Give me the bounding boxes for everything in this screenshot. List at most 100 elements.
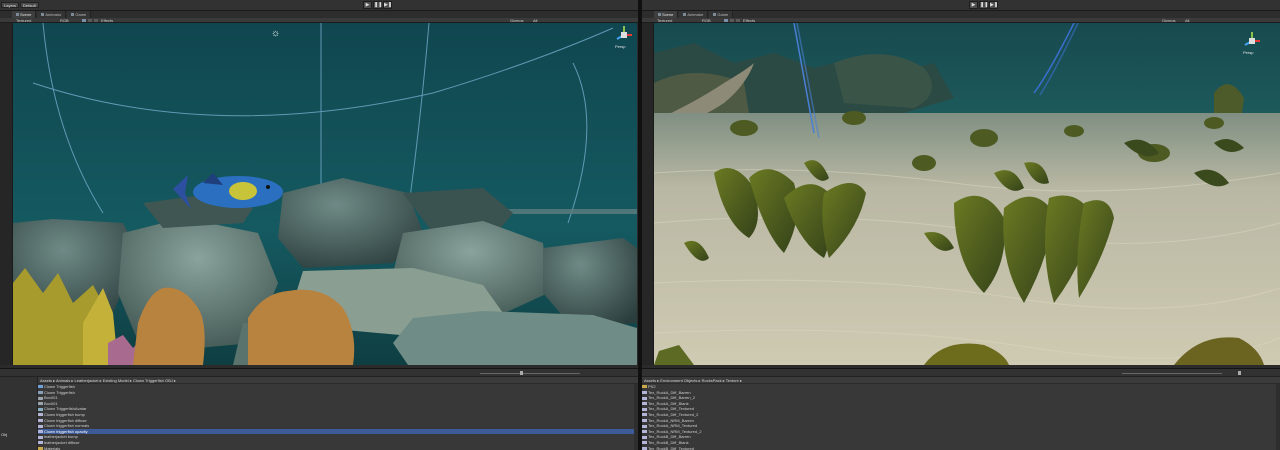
top-toolbar: ▶ ❚❚ ▶❚ bbox=[642, 0, 1280, 11]
game-icon bbox=[71, 13, 75, 17]
asset-scrollbar[interactable] bbox=[1276, 384, 1280, 450]
avatar-icon bbox=[38, 407, 43, 411]
tab-game[interactable]: Game bbox=[67, 11, 92, 18]
side-strip bbox=[642, 23, 654, 365]
asset-label: Box001 bbox=[44, 395, 58, 401]
right-editor-window: ▶ ❚❚ ▶❚ Scene Animator Game Textured RGB… bbox=[642, 0, 1280, 450]
asset-item[interactable]: Tex_RockB_Diff_Textured bbox=[642, 446, 1280, 450]
asset-label: Clown triggerfish diffuse bbox=[44, 417, 87, 423]
texture-icon bbox=[38, 413, 43, 417]
asset-label: Tex_RockA_Diff_Textured_2 bbox=[648, 411, 699, 417]
texture-icon bbox=[38, 430, 43, 434]
step-button[interactable]: ▶❚ bbox=[989, 1, 998, 9]
underwater-scene-right bbox=[654, 23, 1280, 365]
asset-label: Clown triggerfish bump bbox=[44, 411, 85, 417]
prefab-icon bbox=[38, 385, 43, 389]
light-icon: ☼ bbox=[271, 28, 280, 39]
texture-icon bbox=[642, 424, 647, 428]
scene-viewport[interactable]: ☼ Persp bbox=[13, 23, 637, 365]
project-panel: Assets ▸ Environment Objects ▸ RocksPack… bbox=[642, 368, 1280, 450]
audio-toggle[interactable] bbox=[736, 19, 740, 22]
lighting-toggle[interactable] bbox=[730, 19, 734, 22]
asset-label: Clown Triggerfish bbox=[44, 389, 75, 395]
2d-toggle[interactable] bbox=[724, 19, 728, 22]
asset-label: Tex_RockA_Diff_Blank bbox=[648, 400, 689, 406]
asset-list: Clown Triggerfish Clown Triggerfish Box001… bbox=[38, 384, 634, 450]
breadcrumb[interactable]: Assets ▸ Animals ▸ Leatherjacket ▸ Exist… bbox=[38, 377, 638, 384]
texture-icon bbox=[38, 441, 43, 445]
asset-label: Clown Triggerfish bbox=[44, 384, 75, 389]
texture-icon bbox=[642, 419, 647, 422]
object-icon bbox=[38, 396, 43, 400]
asset-label: leatherjacket diffuse bbox=[44, 439, 80, 445]
game-icon bbox=[713, 13, 717, 17]
orientation-gizmo[interactable]: Persp bbox=[614, 25, 634, 49]
asset-label: Box001 bbox=[44, 400, 58, 406]
projection-label[interactable]: Persp bbox=[615, 44, 625, 49]
pause-button[interactable]: ❚❚ bbox=[373, 1, 382, 9]
tab-scene[interactable]: Scene bbox=[654, 11, 679, 18]
step-button[interactable]: ▶❚ bbox=[383, 1, 392, 9]
underwater-scene-left: ☼ bbox=[13, 23, 637, 365]
tab-game[interactable]: Game bbox=[709, 11, 734, 18]
asset-label: Tex_RockA_NRM_Textured bbox=[648, 423, 698, 429]
texture-icon bbox=[642, 441, 647, 445]
folder-tree-label: Obj bbox=[1, 432, 8, 437]
project-toolbar bbox=[642, 369, 1280, 377]
audio-toggle[interactable] bbox=[94, 19, 98, 22]
mesh-icon bbox=[38, 391, 43, 395]
breadcrumb[interactable]: Assets ▸ Environment Objects ▸ RocksPack… bbox=[642, 377, 1280, 384]
lighting-toggle[interactable] bbox=[88, 19, 92, 22]
asset-label: Clown triggerfish opacity bbox=[44, 428, 88, 434]
icon-size-slider[interactable] bbox=[480, 373, 580, 374]
tab-scene[interactable]: Scene bbox=[12, 11, 37, 18]
texture-icon bbox=[38, 435, 43, 439]
asset-item[interactable]: Materials bbox=[38, 446, 634, 450]
asset-label: Tex_RockB_Diff_Textured bbox=[648, 445, 694, 450]
asset-label: Clown TriggerfishAvatar bbox=[44, 406, 87, 412]
folder-tree: Obj bbox=[0, 377, 38, 450]
object-icon bbox=[38, 402, 43, 406]
asset-label: Tex_RockA_NRM_Textured_2 bbox=[648, 428, 702, 434]
2d-toggle[interactable] bbox=[82, 19, 86, 22]
asset-label: Tex_RockA_NRM_Barren bbox=[648, 417, 694, 423]
layout-dropdown[interactable]: Default bbox=[20, 2, 39, 8]
tab-animator[interactable]: Animator bbox=[37, 11, 67, 18]
texture-icon bbox=[642, 391, 647, 395]
texture-icon bbox=[38, 424, 43, 428]
asset-label: Tex_RockA_Diff_Textured bbox=[648, 406, 694, 412]
icon-size-knob[interactable] bbox=[1238, 371, 1241, 375]
texture-icon bbox=[642, 402, 647, 406]
icon-size-knob[interactable] bbox=[520, 371, 523, 375]
window-tabs: Scene Animator Game bbox=[0, 11, 638, 18]
window-tabs: Scene Animator Game bbox=[642, 11, 1280, 18]
project-toolbar bbox=[0, 369, 638, 377]
texture-icon bbox=[642, 396, 647, 400]
top-toolbar: Layers Default ▶ ❚❚ ▶❚ bbox=[0, 0, 638, 11]
folder-icon bbox=[642, 385, 647, 389]
texture-icon bbox=[642, 413, 647, 417]
texture-icon bbox=[642, 407, 647, 411]
play-button[interactable]: ▶ bbox=[363, 1, 372, 9]
texture-icon bbox=[642, 435, 647, 439]
scene-icon bbox=[658, 13, 661, 17]
icon-size-slider[interactable] bbox=[1122, 373, 1222, 374]
asset-label: Tex_RockB_Diff_Barren bbox=[648, 434, 691, 440]
scene-icon bbox=[16, 13, 19, 17]
animator-icon bbox=[41, 13, 45, 17]
orientation-gizmo[interactable]: Persp bbox=[1242, 31, 1262, 55]
projection-label[interactable]: Persp bbox=[1243, 50, 1253, 55]
layers-dropdown[interactable]: Layers bbox=[1, 2, 20, 8]
tab-animator[interactable]: Animator bbox=[679, 11, 709, 18]
left-editor-window: Layers Default ▶ ❚❚ ▶❚ Scene Animator Ga… bbox=[0, 0, 638, 450]
scene-viewport[interactable]: Persp bbox=[654, 23, 1280, 365]
asset-label: Clown triggerfish normals bbox=[44, 423, 90, 429]
asset-label: leatherjacket bump bbox=[44, 434, 78, 440]
asset-label: Tex_RockB_Diff_Blank bbox=[648, 439, 689, 445]
play-button[interactable]: ▶ bbox=[969, 1, 978, 9]
side-strip bbox=[0, 23, 13, 365]
pause-button[interactable]: ❚❚ bbox=[979, 1, 988, 9]
texture-icon bbox=[642, 430, 647, 434]
asset-label: Tex_RockA_Diff_Barren_2 bbox=[648, 395, 696, 401]
asset-list: PS2 Tex_RockA_Diff_Barren Tex_RockA_Diff_B… bbox=[642, 384, 1280, 450]
